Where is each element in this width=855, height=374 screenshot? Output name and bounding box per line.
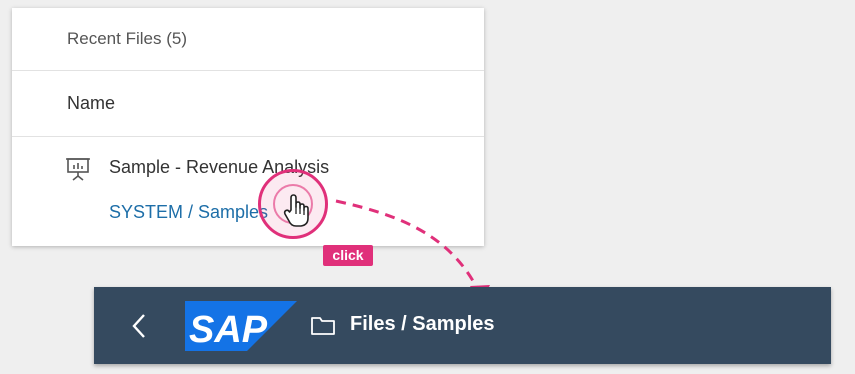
breadcrumb-title: Files / Samples: [350, 313, 495, 335]
recent-files-card: Recent Files (5) Name Sample - Revenue A…: [12, 8, 484, 246]
sap-logo[interactable]: SAP: [185, 301, 297, 351]
card-title: Recent Files (5): [67, 29, 187, 48]
hand-cursor-icon: [283, 194, 309, 228]
file-path-link[interactable]: SYSTEM / Samples: [109, 202, 268, 223]
list-item[interactable]: Sample - Revenue Analysis SYSTEM / Sampl…: [12, 138, 484, 246]
card-header: Recent Files (5): [12, 8, 484, 71]
chevron-left-icon[interactable]: [127, 311, 153, 341]
shell-bar: SAP Files / Samples: [94, 287, 831, 364]
sap-logo-text: SAP: [189, 309, 268, 351]
column-header-row: Name: [12, 71, 484, 137]
click-label-badge: click: [323, 245, 373, 266]
column-header-name[interactable]: Name: [67, 93, 115, 114]
presentation-icon: [65, 155, 91, 181]
folder-icon: [310, 314, 336, 336]
